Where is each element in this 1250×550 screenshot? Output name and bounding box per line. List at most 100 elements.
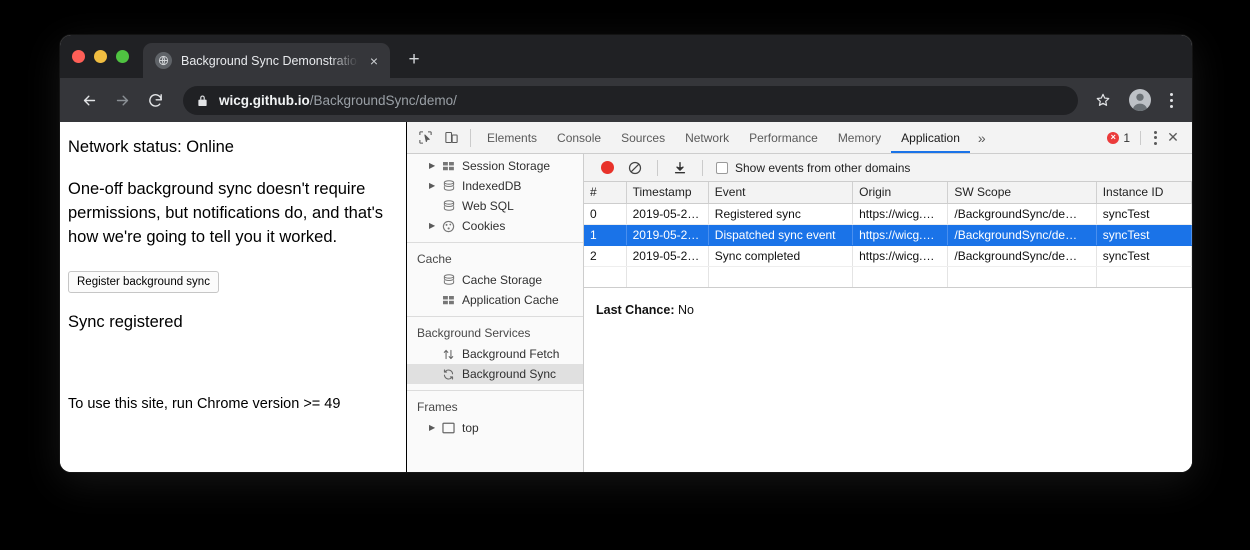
devtools-main: ▶ Session Storage ▶ IndexedDB: [407, 154, 1192, 472]
events-table: # Timestamp Event Origin SW Scope Instan…: [584, 182, 1192, 287]
table-header-row: # Timestamp Event Origin SW Scope Instan…: [584, 182, 1192, 203]
cell-number: 0: [584, 203, 626, 224]
devtools-tabbar: Elements Console Sources Network Perform…: [407, 122, 1192, 154]
browser-tab[interactable]: Background Sync Demonstration ×: [143, 43, 390, 78]
column-header-timestamp[interactable]: Timestamp: [626, 182, 708, 203]
page-viewport: Network status: Online One-off backgroun…: [60, 122, 407, 472]
sidebar-item-label: top: [462, 421, 479, 435]
cell-instance-id: syncTest: [1096, 203, 1191, 224]
device-toolbar-icon[interactable]: [438, 125, 464, 151]
maximize-window-button[interactable]: [116, 50, 129, 63]
devtools-tab-network[interactable]: Network: [675, 122, 739, 153]
sidebar-item-session-storage[interactable]: ▶ Session Storage: [407, 156, 583, 176]
devtools-tab-console[interactable]: Console: [547, 122, 611, 153]
devtools-more-tabs-icon[interactable]: »: [970, 130, 994, 146]
show-other-domains-checkbox[interactable]: Show events from other domains: [716, 161, 910, 175]
register-background-sync-button[interactable]: Register background sync: [68, 271, 219, 293]
devtools-tab-application[interactable]: Application: [891, 122, 970, 153]
table-row[interactable]: 1 2019-05-2… Dispatched sync event https…: [584, 224, 1192, 245]
back-icon[interactable]: [74, 85, 104, 115]
bookmark-star-icon[interactable]: [1089, 86, 1117, 114]
error-count-label: 1: [1123, 131, 1130, 145]
record-button[interactable]: [594, 155, 620, 181]
sidebar-item-background-fetch[interactable]: ▶ Background Fetch: [407, 344, 583, 364]
download-button[interactable]: [667, 155, 693, 181]
window-controls: [72, 35, 143, 78]
minimize-window-button[interactable]: [94, 50, 107, 63]
window-body: Network status: Online One-off backgroun…: [60, 122, 1192, 472]
cell-sw-scope: /BackgroundSync/de…: [948, 203, 1096, 224]
error-count-badge[interactable]: × 1: [1107, 131, 1138, 145]
cell-instance-id: syncTest: [1096, 245, 1191, 266]
clear-button[interactable]: [622, 155, 648, 181]
table-row[interactable]: 0 2019-05-2… Registered sync https://wic…: [584, 203, 1192, 224]
updown-arrows-icon: [441, 348, 456, 361]
new-tab-button[interactable]: +: [400, 46, 428, 74]
sync-status-text: Sync registered: [68, 313, 390, 332]
close-icon[interactable]: ×: [364, 51, 384, 71]
devtools-menu-icon[interactable]: [1140, 131, 1160, 145]
address-domain: wicg.github.io: [219, 93, 310, 108]
devtools-tab-performance[interactable]: Performance: [739, 122, 828, 153]
cell-sw-scope: /BackgroundSync/de…: [948, 224, 1096, 245]
tab-strip: Background Sync Demonstration × +: [60, 35, 1192, 78]
chevron-right-icon[interactable]: ▶: [429, 162, 439, 170]
devtools-tabbar-right: × 1 ✕: [1107, 129, 1192, 146]
cell-timestamp: 2019-05-2…: [626, 203, 708, 224]
cell-origin: https://wicg.…: [853, 224, 948, 245]
sidebar-item-application-cache[interactable]: ▶ Application Cache: [407, 290, 583, 310]
record-icon: [601, 161, 614, 174]
devtools-tab-memory[interactable]: Memory: [828, 122, 891, 153]
checkbox-label: Show events from other domains: [735, 161, 910, 175]
browser-menu-icon[interactable]: [1160, 93, 1182, 108]
checkbox-box[interactable]: [716, 162, 728, 174]
sidebar-item-cookies[interactable]: ▶ Cookies: [407, 216, 583, 236]
sidebar-item-top-frame[interactable]: ▶ top: [407, 418, 583, 438]
sidebar-item-indexeddb[interactable]: ▶ IndexedDB: [407, 176, 583, 196]
chevron-right-icon[interactable]: ▶: [429, 424, 439, 432]
inspect-element-icon[interactable]: [412, 125, 438, 151]
devtools-tab-elements[interactable]: Elements: [477, 122, 547, 153]
sidebar-item-web-sql[interactable]: ▶ Web SQL: [407, 196, 583, 216]
address-path: /BackgroundSync/demo/: [310, 93, 457, 108]
network-status: Network status: Online: [68, 138, 390, 157]
sidebar-section-background-services: Background Services: [407, 316, 583, 344]
column-header-origin[interactable]: Origin: [853, 182, 948, 203]
column-header-instance-id[interactable]: Instance ID: [1096, 182, 1191, 203]
cell-number: 2: [584, 245, 626, 266]
cell-origin: https://wicg.…: [853, 203, 948, 224]
chrome-version-note: To use this site, run Chrome version >= …: [68, 396, 390, 412]
chevron-right-icon[interactable]: ▶: [429, 182, 439, 190]
sidebar-item-label: Cache Storage: [462, 273, 542, 287]
close-window-button[interactable]: [72, 50, 85, 63]
reload-icon[interactable]: [140, 85, 170, 115]
sidebar-item-label: IndexedDB: [462, 179, 521, 193]
application-sidebar: ▶ Session Storage ▶ IndexedDB: [407, 154, 584, 472]
column-header-event[interactable]: Event: [708, 182, 852, 203]
cell-instance-id: syncTest: [1096, 224, 1191, 245]
avatar[interactable]: [1129, 89, 1151, 111]
sidebar-item-background-sync[interactable]: ▶ Background Sync: [407, 364, 583, 384]
cell-number: 1: [584, 224, 626, 245]
toolbar-divider: [470, 129, 471, 147]
table-row-empty: [584, 266, 1192, 287]
forward-icon[interactable]: [107, 85, 137, 115]
database-icon: [441, 200, 456, 213]
devtools-close-icon[interactable]: ✕: [1160, 129, 1186, 146]
address-bar[interactable]: wicg.github.io/BackgroundSync/demo/: [183, 86, 1078, 115]
browser-toolbar: wicg.github.io/BackgroundSync/demo/: [60, 78, 1192, 122]
sidebar-item-label: Session Storage: [462, 159, 550, 173]
column-header-number[interactable]: #: [584, 182, 626, 203]
sidebar-item-cache-storage[interactable]: ▶ Cache Storage: [407, 270, 583, 290]
frame-icon: [441, 422, 456, 434]
cell-timestamp: 2019-05-2…: [626, 245, 708, 266]
chevron-right-icon[interactable]: ▶: [429, 222, 439, 230]
sidebar-item-label: Background Fetch: [462, 347, 559, 361]
table-row[interactable]: 2 2019-05-2… Sync completed https://wicg…: [584, 245, 1192, 266]
sidebar-item-label: Web SQL: [462, 199, 514, 213]
database-icon: [441, 180, 456, 193]
column-header-sw-scope[interactable]: SW Scope: [948, 182, 1096, 203]
devtools-tab-sources[interactable]: Sources: [611, 122, 675, 153]
cell-event: Dispatched sync event: [708, 224, 852, 245]
background-sync-pane: Show events from other domains #: [584, 154, 1192, 472]
